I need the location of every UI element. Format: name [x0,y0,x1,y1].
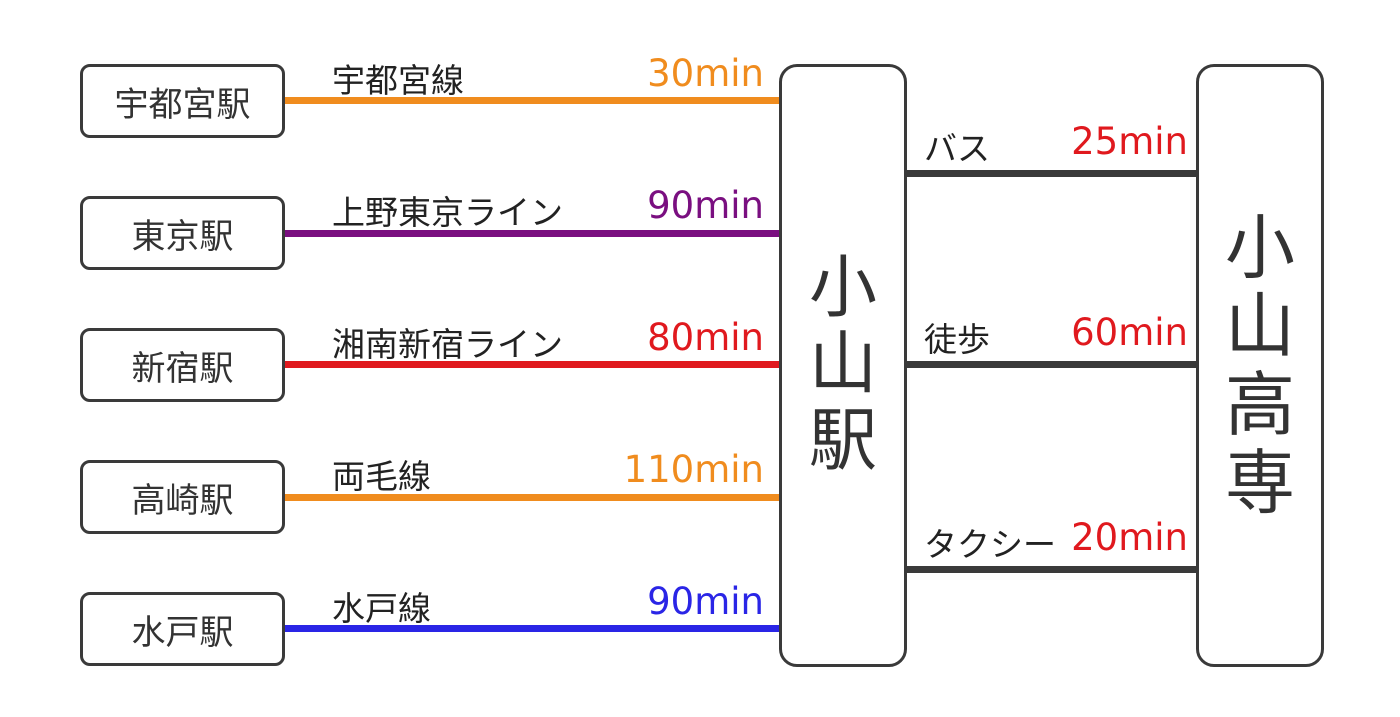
access-line-walk [907,361,1198,368]
access-mode: タクシー [924,525,1056,564]
line-name: 水戸線 [332,589,431,628]
station-box-takasaki: 高崎駅 [80,460,285,534]
line-name: 宇都宮線 [332,61,464,100]
line-name: 両毛線 [332,457,431,496]
travel-time: 30min [647,52,764,95]
access-time: 60min [1071,311,1188,354]
access-line-bus [907,170,1198,177]
access-mode: バス [924,129,990,168]
station-name: 東京駅 [131,216,234,257]
station-box-tokyo: 東京駅 [80,196,285,270]
destination-char: 山 [1225,285,1295,368]
destination-char: 小 [1225,206,1295,289]
station-box-mito: 水戸駅 [80,592,285,666]
access-line-taxi [907,566,1198,573]
station-name: 高崎駅 [131,480,234,521]
line-name: 上野東京ライン [332,193,563,232]
hub-char: 駅 [808,401,877,481]
destination-char: 専 [1225,441,1295,524]
access-time: 25min [1071,120,1188,163]
access-mode: 徒歩 [924,320,990,359]
hub-char: 小 [808,249,877,329]
station-name: 水戸駅 [131,612,234,653]
travel-time: 90min [647,580,764,623]
destination-char: 高 [1225,363,1295,446]
route-diagram: 宇都宮駅 東京駅 新宿駅 高崎駅 水戸駅 宇都宮線 上野東京ライン 湘南新宿ライ… [0,0,1400,717]
station-name: 宇都宮駅 [114,84,251,125]
hub-char: 山 [808,325,877,405]
travel-time: 90min [647,184,764,227]
hub-station-box: 小 山 駅 [779,64,907,667]
station-box-utsunomiya: 宇都宮駅 [80,64,285,138]
travel-time: 80min [647,316,764,359]
access-time: 20min [1071,516,1188,559]
destination-name: 小 山 高 専 [1225,206,1295,524]
travel-time: 110min [623,448,764,491]
hub-station-name: 小 山 駅 [808,249,877,481]
destination-box: 小 山 高 専 [1196,64,1324,667]
line-name: 湘南新宿ライン [332,325,563,364]
station-box-shinjuku: 新宿駅 [80,328,285,402]
station-name: 新宿駅 [131,348,234,389]
